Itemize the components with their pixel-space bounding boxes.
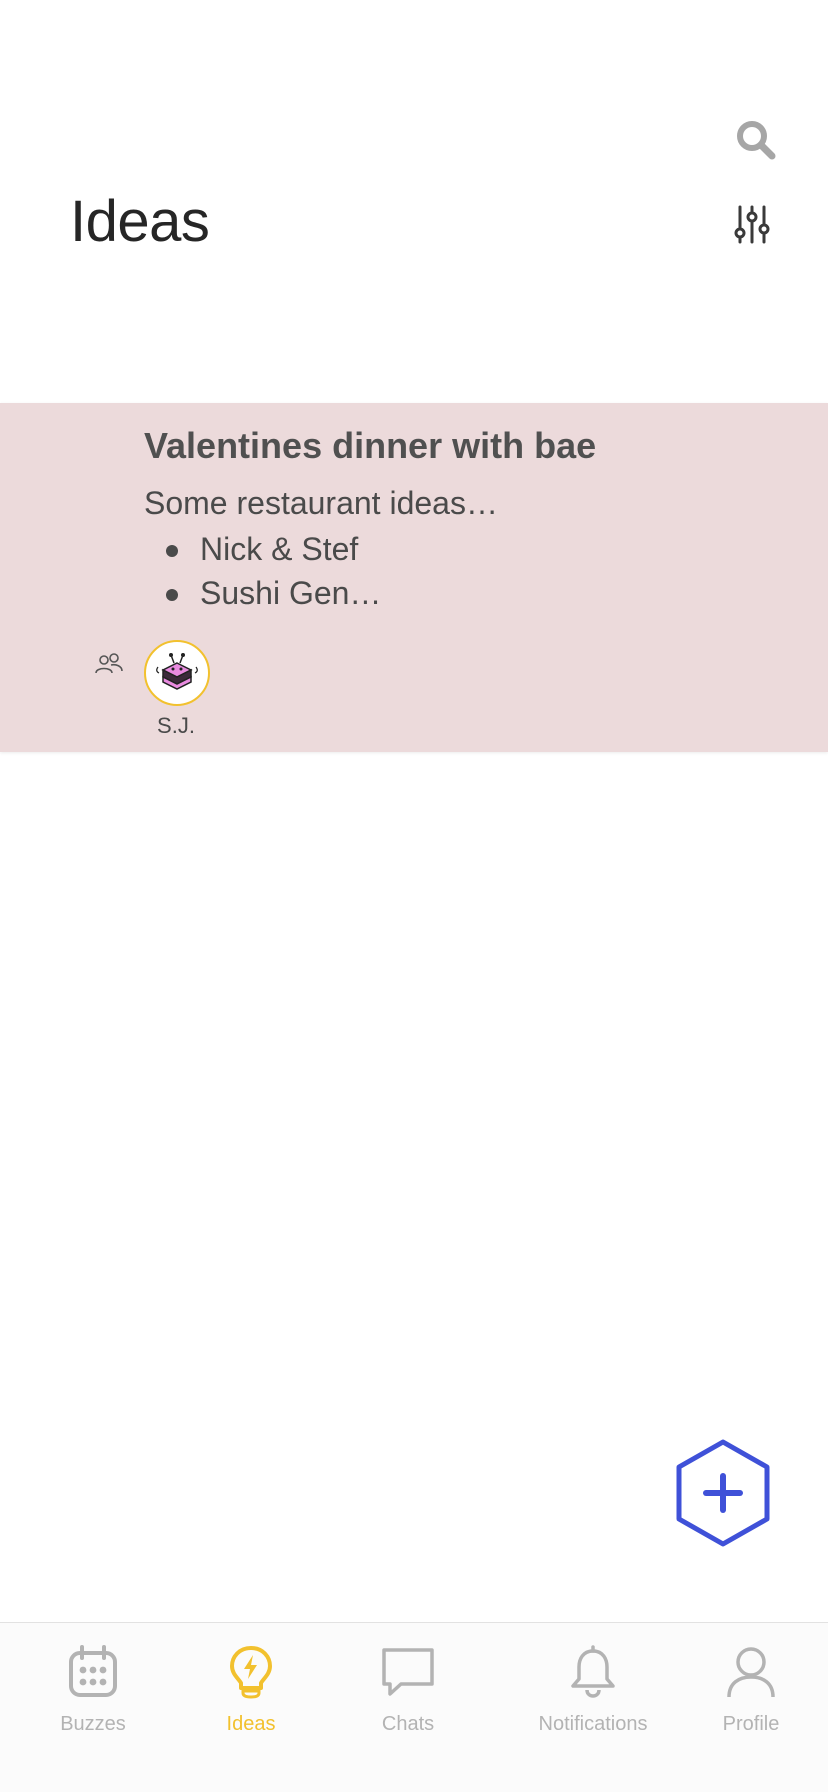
sliders-icon [734,205,770,244]
avatar[interactable] [144,640,210,706]
bullet-text: Sushi Gen… [200,575,382,611]
bell-icon [571,1645,615,1698]
tab-profile[interactable]: Profile [668,1623,828,1792]
idea-card[interactable]: Valentines dinner with bae Some restaura… [0,403,828,752]
person-icon [727,1647,775,1698]
calendar-icon [69,1645,117,1697]
search-button[interactable] [730,114,782,166]
search-icon [737,121,776,160]
tab-label: Ideas [226,1713,276,1735]
page-title: Ideas [70,189,210,254]
lightbulb-icon [230,1646,272,1699]
bullet-dot [166,545,178,557]
bee-cake-avatar [156,653,198,690]
list-item: Nick & Stef [144,527,381,571]
people-icon [95,653,123,674]
idea-bullet-list: Nick & Stef Sushi Gen… [144,527,381,615]
filter-button[interactable] [726,198,778,250]
tab-label: Chats [381,1713,435,1735]
tab-chats[interactable]: Chats [325,1623,491,1792]
bullet-text: Nick & Stef [200,531,359,567]
tab-ideas[interactable]: Ideas [168,1623,334,1792]
chat-bubble-icon [382,1648,434,1696]
bullet-dot [166,589,178,601]
list-item: Sushi Gen… [144,571,381,615]
idea-title: Valentines dinner with bae [144,425,597,466]
ideas-screen: Ideas Valentines dinner with bae Some re… [0,0,828,1792]
plus-icon [676,1439,770,1547]
tab-notifications[interactable]: Notifications [510,1623,676,1792]
tab-label: Notifications [538,1713,648,1735]
bottom-tab-bar: Buzzes Ideas Chats Notifications Profile [0,1622,828,1792]
idea-intro: Some restaurant ideas… [144,485,498,521]
add-idea-button[interactable] [674,1438,772,1548]
tab-buzzes[interactable]: Buzzes [10,1623,176,1792]
tab-label: Profile [722,1713,780,1735]
tab-label: Buzzes [60,1713,126,1735]
author-initials: S.J. [157,713,195,738]
